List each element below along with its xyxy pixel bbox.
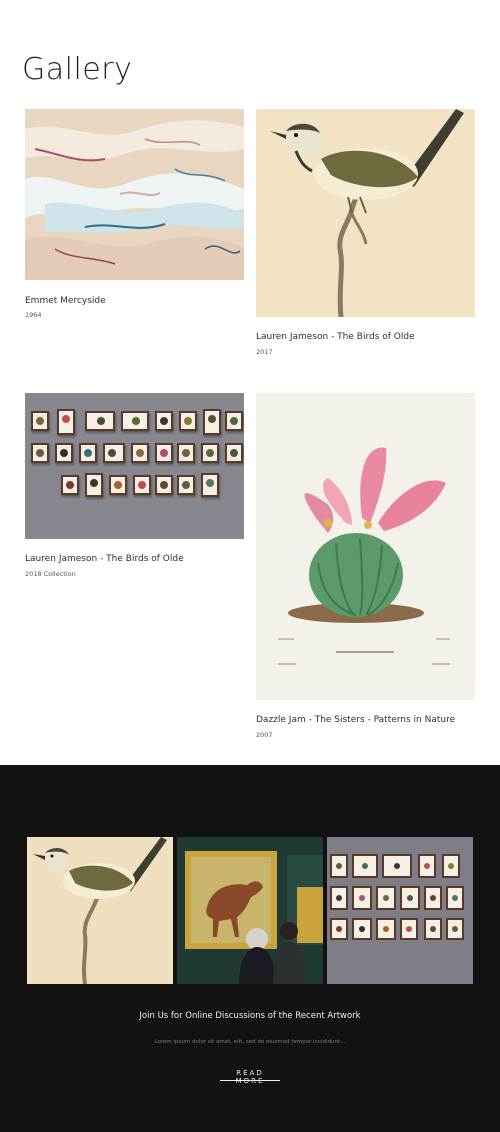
discussion-heading: Join Us for Online Discussions of the Re… <box>139 1011 361 1021</box>
artwork-framed-wall-image[interactable] <box>25 393 244 539</box>
gallery-card[interactable]: Dazzle Jam - The Sisters - Patterns in N… <box>256 393 475 743</box>
framed-print <box>57 409 75 435</box>
gallery-card[interactable]: Lauren Jameson - The Birds of Olde 2018 … <box>25 393 244 578</box>
artwork-year: 2017 <box>256 348 273 356</box>
framed-print <box>179 411 197 431</box>
framed-print <box>133 475 151 495</box>
strip-image-museum[interactable] <box>177 837 323 984</box>
artwork-year: 2007 <box>256 731 273 739</box>
framed-print <box>61 475 79 495</box>
artwork-caption[interactable]: Lauren Jameson - The Birds of Olde <box>25 554 184 564</box>
framed-print <box>109 475 127 495</box>
framed-print <box>155 411 173 431</box>
framed-print <box>155 475 173 495</box>
framed-print <box>177 475 195 495</box>
framed-prints-wall-graphic <box>327 837 473 984</box>
framed-print <box>131 443 149 463</box>
discussion-body: Lorem ipsum dolor sit amet, elit, sed do… <box>154 1039 346 1045</box>
artwork-caption[interactable]: Lauren Jameson - The Birds of Olde <box>256 332 415 342</box>
framed-print <box>201 443 219 463</box>
artwork-caption[interactable]: Dazzle Jam - The Sisters - Patterns in N… <box>256 715 455 725</box>
framed-print <box>103 443 125 463</box>
discussion-section: Join Us for Online Discussions of the Re… <box>0 765 500 1132</box>
framed-print <box>79 443 97 463</box>
artwork-abstract-image[interactable] <box>25 109 244 280</box>
framed-print <box>155 443 173 463</box>
read-more-link[interactable]: READ MORE <box>220 1069 280 1085</box>
framed-print <box>225 443 243 463</box>
framed-print <box>203 409 221 435</box>
artwork-cactus-image[interactable] <box>256 393 475 700</box>
cactus-illustration-graphic <box>256 393 475 700</box>
abstract-paint-graphic <box>25 109 244 280</box>
bird-illustration-graphic <box>256 109 475 317</box>
framed-print <box>121 411 149 431</box>
framed-print <box>85 473 103 497</box>
strip-image-framed-wall[interactable] <box>327 837 473 984</box>
gallery-card[interactable]: Emmet Mercyside 1964 <box>25 109 244 324</box>
framed-print <box>31 443 49 463</box>
framed-print <box>177 443 195 463</box>
museum-horse-painting-graphic <box>177 837 323 984</box>
artwork-year: 1964 <box>25 311 42 319</box>
strip-image-bird[interactable] <box>27 837 173 984</box>
page-title: Gallery <box>22 52 133 87</box>
gallery-card[interactable]: Lauren Jameson - The Birds of Olde 2017 <box>256 109 475 359</box>
framed-print <box>55 443 73 463</box>
bird-illustration-graphic <box>27 837 173 984</box>
artwork-year: 2018 Collection <box>25 570 76 578</box>
artwork-bird-image[interactable] <box>256 109 475 317</box>
framed-print <box>225 411 243 431</box>
framed-print <box>201 473 219 497</box>
framed-print <box>85 411 115 431</box>
artwork-caption[interactable]: Emmet Mercyside <box>25 296 106 306</box>
framed-print <box>31 411 49 431</box>
